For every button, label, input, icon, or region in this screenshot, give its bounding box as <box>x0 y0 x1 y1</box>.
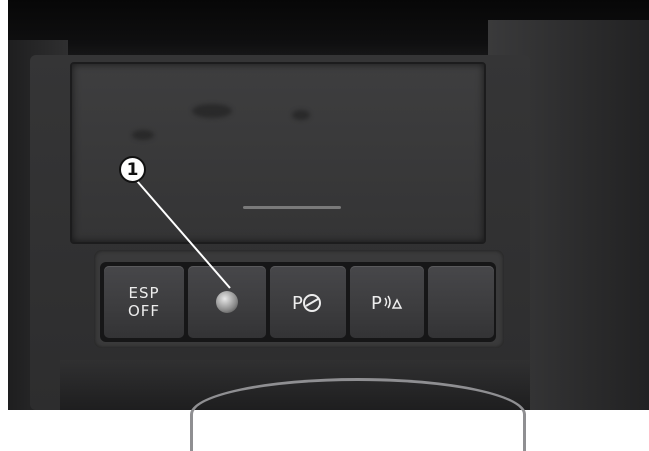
callout-leader-line <box>136 180 231 289</box>
callout-number: 1 <box>126 159 139 180</box>
callout-marker: 1 <box>119 156 146 183</box>
